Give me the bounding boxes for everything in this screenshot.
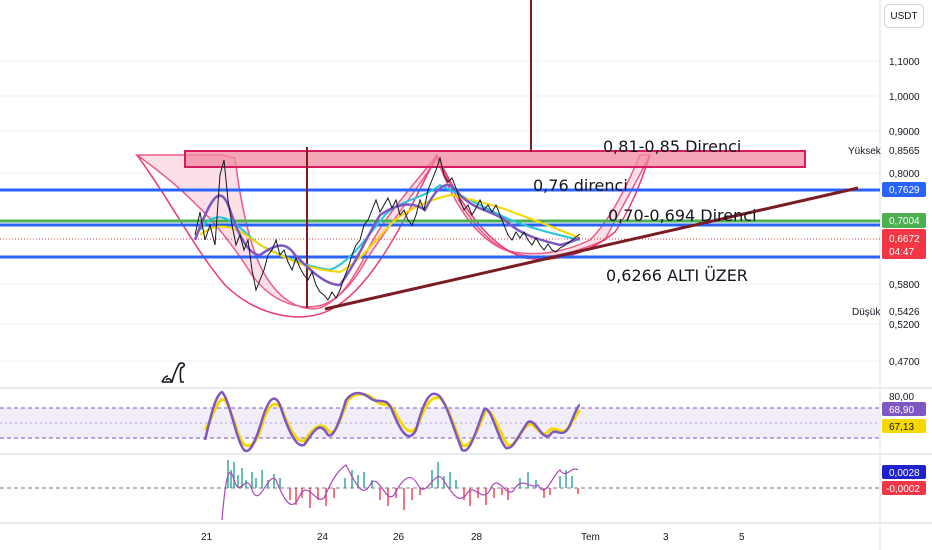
annotation-support[interactable]: 0,6266 ALTI ÜZER xyxy=(606,266,748,285)
time-axis[interactable]: 21 24 26 28 Tem 3 5 xyxy=(201,532,745,543)
rising-trendline[interactable] xyxy=(324,186,859,311)
countdown-value: 04:47 xyxy=(889,247,914,258)
annotation-resistance-076[interactable]: 0,76 direnci xyxy=(533,176,628,195)
macd-value-tag[interactable]: 0,0028 xyxy=(882,465,926,479)
low-value: 0,5426 xyxy=(889,307,920,318)
scale-tick: 1,0000 xyxy=(889,92,920,103)
price-tag-blue-value: 0,7629 xyxy=(889,185,920,196)
scale-tick: 0,5200 xyxy=(889,320,920,331)
macd-signal-value: -0,0002 xyxy=(886,484,920,495)
price-scale[interactable]: 1,1000 1,0000 0,9000 0,8000 0,5800 0,520… xyxy=(889,57,920,368)
scale-tick: 0,5800 xyxy=(889,280,920,291)
scale-tick: 1,1000 xyxy=(889,57,920,68)
macd-value: 0,0028 xyxy=(889,468,920,479)
annotation-resistance-zone[interactable]: 0,81-0,85 Direnci xyxy=(603,137,741,156)
time-tick: 3 xyxy=(663,532,669,543)
high-label: Yüksek xyxy=(848,146,882,157)
high-value: 0,8565 xyxy=(889,146,920,157)
macd-line xyxy=(221,464,579,521)
time-tick: 24 xyxy=(317,532,329,543)
time-tick: 21 xyxy=(201,532,213,543)
scale-tick: 0,9000 xyxy=(889,127,920,138)
scale-tick: 0,8000 xyxy=(889,169,920,180)
macd-histogram xyxy=(227,460,579,510)
rsi-ma-value: 67,13 xyxy=(889,422,914,433)
low-label: Düşük xyxy=(852,307,881,318)
macd-signal-tag[interactable]: -0,0002 xyxy=(882,481,926,495)
rsi-scale-top: 80,00 xyxy=(889,392,914,403)
time-tick: 26 xyxy=(393,532,405,543)
rsi-value: 68,90 xyxy=(889,405,914,416)
price-tag-current[interactable]: 0,6672 04:47 xyxy=(882,229,926,259)
rsi-ma-tag[interactable]: 67,13 xyxy=(882,419,926,433)
current-price-value: 0,6672 xyxy=(889,234,920,245)
price-tag-green[interactable]: 0,7004 xyxy=(882,213,926,228)
price-tag-blue[interactable]: 0,7629 xyxy=(882,182,926,197)
rsi-value-tag[interactable]: 68,90 xyxy=(882,402,926,416)
time-tick: 28 xyxy=(471,532,483,543)
time-tick: Tem xyxy=(581,532,600,543)
annotation-resistance-070[interactable]: 0,70-0,694 Direnci xyxy=(608,206,757,225)
time-tick: 5 xyxy=(739,532,745,543)
chart-canvas[interactable]: 0,81-0,85 Direnci 0,76 direnci 0,70-0,69… xyxy=(0,0,932,550)
scale-tick: 0,4700 xyxy=(889,357,920,368)
dino-logo-icon[interactable] xyxy=(161,362,186,383)
price-tag-green-value: 0,7004 xyxy=(889,216,920,227)
